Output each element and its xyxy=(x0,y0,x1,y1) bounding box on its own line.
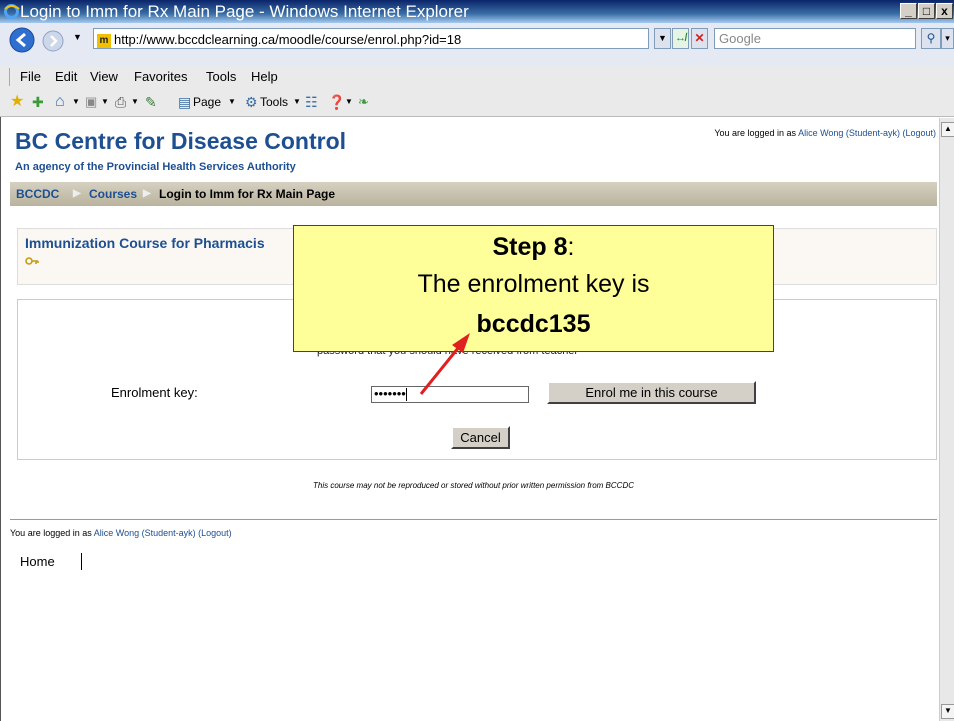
breadcrumb: BCCDC ▶ Courses ▶ Login to Imm for Rx Ma… xyxy=(10,182,937,206)
text-caret xyxy=(405,388,407,402)
search-icon[interactable]: ⚲ xyxy=(921,28,941,49)
menu-help[interactable]: Help xyxy=(251,66,278,88)
callout-step-suffix: : xyxy=(567,233,575,261)
print-dropdown-icon[interactable]: ▼ xyxy=(131,88,139,116)
user-link-bottom[interactable]: Alice Wong (Student-ayk) xyxy=(94,528,196,538)
step-callout: Step 8: The enrolment key is bccdc135 xyxy=(293,225,774,352)
vertical-scrollbar[interactable]: ▲ ▼ xyxy=(939,118,954,721)
stop-icon[interactable]: ✕ xyxy=(691,28,708,49)
refresh-icon[interactable]: ↮ xyxy=(672,28,689,49)
enrolment-key-label: Enrolment key: xyxy=(111,385,198,400)
logout-link-bottom[interactable]: (Logout) xyxy=(198,528,232,538)
breadcrumb-separator-icon: ▶ xyxy=(73,188,81,199)
research-icon[interactable]: ✎ xyxy=(145,88,157,116)
window-title: Login to Imm for Rx Main Page - Windows … xyxy=(20,2,469,21)
tools-menu[interactable]: Tools xyxy=(260,88,288,116)
login-info-top: You are logged in as Alice Wong (Student… xyxy=(714,128,936,138)
menu-grip xyxy=(9,68,10,86)
address-field[interactable]: m http://www.bccdclearning.ca/moodle/cour… xyxy=(93,28,649,49)
home-dropdown-icon[interactable]: ▼ xyxy=(72,88,80,116)
breadcrumb-separator-icon: ▶ xyxy=(143,188,151,199)
title-bar: Login to Imm for Rx Main Page - Windows … xyxy=(0,0,954,23)
logout-link[interactable]: (Logout) xyxy=(902,128,936,138)
moodle-favicon-icon: m xyxy=(97,33,111,48)
minimize-button[interactable]: _ xyxy=(900,3,917,19)
history-dropdown-icon[interactable]: ▼ xyxy=(73,32,82,42)
enrolment-key-value: ••••••• xyxy=(374,386,406,401)
course-title[interactable]: Immunization Course for Pharmacis xyxy=(25,235,265,251)
feeds-icon[interactable]: ▣ xyxy=(85,88,97,116)
callout-text: The enrolment key is xyxy=(417,270,650,298)
footer-divider xyxy=(10,519,937,520)
research-book-icon[interactable]: ☷ xyxy=(305,88,318,116)
search-input[interactable]: Google xyxy=(714,28,916,49)
forward-icon[interactable] xyxy=(42,30,64,52)
address-toolbar: ▼ m http://www.bccdclearning.ca/moodle/co… xyxy=(0,23,954,69)
address-url: http://www.bccdclearning.ca/moodle/cours… xyxy=(114,32,462,47)
site-title[interactable]: BC Centre for Disease Control xyxy=(15,128,346,155)
messenger-icon[interactable]: ❧ xyxy=(358,88,369,116)
menu-file[interactable]: File xyxy=(20,66,41,88)
callout-key: bccdc135 xyxy=(476,310,591,338)
menu-bar: File Edit View Favorites Tools Help xyxy=(0,66,954,88)
ie-logo-icon xyxy=(4,4,20,19)
home-link[interactable]: Home xyxy=(20,554,55,569)
enrolment-key-input[interactable]: ••••••• xyxy=(371,386,529,403)
breadcrumb-bccdc[interactable]: BCCDC xyxy=(16,182,59,206)
command-bar: ★ ✚ ⌂ ▼ ▣ ▼ ⎙ ▼ ✎ ▤ Page ▼ ⚙ Tools ▼ ☷ ❓… xyxy=(0,88,954,117)
enrol-button[interactable]: Enrol me in this course xyxy=(547,381,756,404)
help-icon[interactable]: ❓ xyxy=(328,88,345,116)
login-prefix-bottom: You are logged in as xyxy=(10,528,94,538)
address-dropdown-button[interactable]: ▼ xyxy=(654,28,671,49)
home-icon[interactable]: ⌂ xyxy=(55,88,65,116)
close-button[interactable]: x xyxy=(936,3,953,19)
site-subtitle: An agency of the Provincial Health Servi… xyxy=(15,161,296,173)
scroll-down-icon[interactable]: ▼ xyxy=(941,704,954,719)
feeds-dropdown-icon[interactable]: ▼ xyxy=(101,88,109,116)
login-info-bottom: You are logged in as Alice Wong (Student… xyxy=(10,528,232,538)
callout-step: Step 8 xyxy=(492,233,568,261)
breadcrumb-current: Login to Imm for Rx Main Page xyxy=(159,187,336,201)
key-icon xyxy=(25,257,39,265)
tools-gear-icon[interactable]: ⚙ xyxy=(245,88,258,116)
help-dropdown-icon[interactable]: ▼ xyxy=(345,88,353,116)
callout-step-line: Step 8: xyxy=(294,233,773,262)
menu-view[interactable]: View xyxy=(90,66,118,88)
copyright-note: This course may not be reproduced or sto… xyxy=(312,481,634,490)
page-dropdown-icon[interactable]: ▼ xyxy=(228,88,236,116)
breadcrumb-courses[interactable]: Courses xyxy=(89,182,137,206)
page-menu[interactable]: Page xyxy=(193,88,221,116)
scroll-up-icon[interactable]: ▲ xyxy=(941,122,954,137)
login-prefix: You are logged in as xyxy=(714,128,799,138)
menu-tools[interactable]: Tools xyxy=(206,66,236,88)
back-icon[interactable] xyxy=(9,27,35,53)
print-icon[interactable]: ⎙ xyxy=(115,88,126,116)
menu-favorites[interactable]: Favorites xyxy=(134,66,187,88)
cancel-button[interactable]: Cancel xyxy=(451,426,510,449)
user-link[interactable]: Alice Wong (Student-ayk) xyxy=(798,128,900,138)
search-options-icon[interactable]: ▾ xyxy=(941,28,954,49)
tools-dropdown-icon[interactable]: ▼ xyxy=(293,88,301,116)
maximize-button[interactable]: □ xyxy=(918,3,935,19)
favorites-star-icon[interactable]: ★ xyxy=(10,88,24,116)
menu-edit[interactable]: Edit xyxy=(55,66,77,88)
add-favorites-icon[interactable]: ✚ xyxy=(32,88,44,116)
page-icon[interactable]: ▤ xyxy=(178,88,191,116)
home-separator xyxy=(81,553,82,570)
